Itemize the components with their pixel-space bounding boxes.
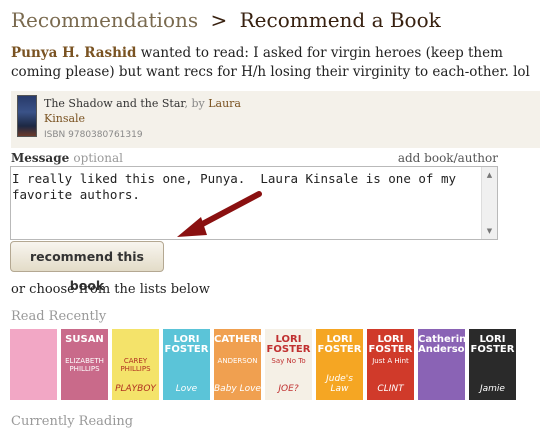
recent-book-cover-1[interactable] (10, 329, 57, 400)
scroll-down-arrow-icon[interactable]: ▼ (482, 225, 497, 237)
cover-sub-text: ELIZABETH PHILLIPS (65, 357, 104, 373)
cover-bottom-text: JOE? (278, 384, 299, 394)
cover-top-text: LORI FOSTER (266, 334, 311, 355)
cover-sub-text: CAREY PHILLIPS (120, 357, 151, 373)
breadcrumb-recommendations-link[interactable]: Recommendations (11, 8, 198, 32)
request-description: Punya H. Rashid wanted to read: I asked … (11, 44, 540, 82)
cover-top-text: SUSAN (65, 334, 104, 345)
message-label-text: Message (11, 151, 70, 165)
recent-book-cover-5[interactable]: CATHERINE ANDERSON Baby Love (214, 329, 261, 400)
page-title: Recommend a Book (239, 8, 441, 32)
recent-book-cover-9[interactable]: Catherine Anderson (418, 329, 465, 400)
recent-book-cover-3[interactable]: CAREY PHILLIPS PLAYBOY (112, 329, 159, 400)
cover-bottom-text: Love (175, 384, 198, 394)
recent-book-cover-6[interactable]: LORI FOSTER Say No To JOE? (265, 329, 312, 400)
recent-book-cover-4[interactable]: LORI FOSTER Love (163, 329, 210, 400)
requester-link[interactable]: Punya H. Rashid (11, 45, 137, 61)
recent-book-cover-7[interactable]: LORI FOSTER Jude's Law (316, 329, 363, 400)
recent-book-cover-8[interactable]: LORI FOSTER Just A Hint CLINT (367, 329, 414, 400)
cover-top-text: LORI FOSTER (470, 334, 515, 355)
book-title-link[interactable]: The Shadow and the Star (44, 97, 184, 110)
add-book-author-link[interactable]: add book/author (398, 151, 498, 165)
cover-bottom-text: Jamie (480, 384, 505, 394)
breadcrumb-separator: > (210, 8, 228, 32)
cover-top-text: CATHERINE (214, 334, 261, 345)
cover-top-text: LORI FOSTER (164, 334, 209, 355)
recent-book-cover-2[interactable]: SUSAN ELIZABETH PHILLIPS (61, 329, 108, 400)
book-info: The Shadow and the Star, by Laura Kinsal… (44, 96, 244, 143)
cover-top-text: Catherine Anderson (418, 334, 465, 355)
choose-from-lists-text: or choose from the lists below (11, 282, 210, 297)
book-by-label: , by (184, 97, 209, 110)
read-recently-heading: Read Recently (11, 309, 107, 324)
cover-bottom-text: Jude's Law (326, 374, 353, 394)
cover-sub-text: Say No To (271, 357, 306, 365)
cover-bottom-text: CLINT (377, 384, 404, 394)
message-label: Message optional (11, 151, 123, 165)
cover-top-text: LORI FOSTER (368, 334, 413, 355)
breadcrumb: Recommendations > Recommend a Book (11, 8, 441, 32)
selected-book: The Shadow and the Star, by Laura Kinsal… (11, 91, 540, 148)
cover-bottom-text: Baby Love (214, 384, 261, 394)
recommend-this-book-button[interactable]: recommend this book (10, 241, 164, 293)
cover-sub-text: Just A Hint (372, 357, 409, 365)
book-cover-image[interactable] (17, 95, 37, 137)
scroll-up-arrow-icon[interactable]: ▲ (482, 169, 497, 181)
message-scrollbar[interactable]: ▲ ▼ (481, 167, 497, 239)
red-arrow-annotation-icon (177, 191, 262, 237)
message-optional-hint: optional (73, 151, 123, 165)
cover-sub-text: ANDERSON (217, 357, 258, 365)
cover-top-text: LORI FOSTER (317, 334, 362, 355)
cover-bottom-text: PLAYBOY (115, 384, 156, 394)
book-isbn: ISBN 9780380761319 (44, 130, 143, 140)
recent-book-cover-10[interactable]: LORI FOSTER Jamie (469, 329, 516, 400)
